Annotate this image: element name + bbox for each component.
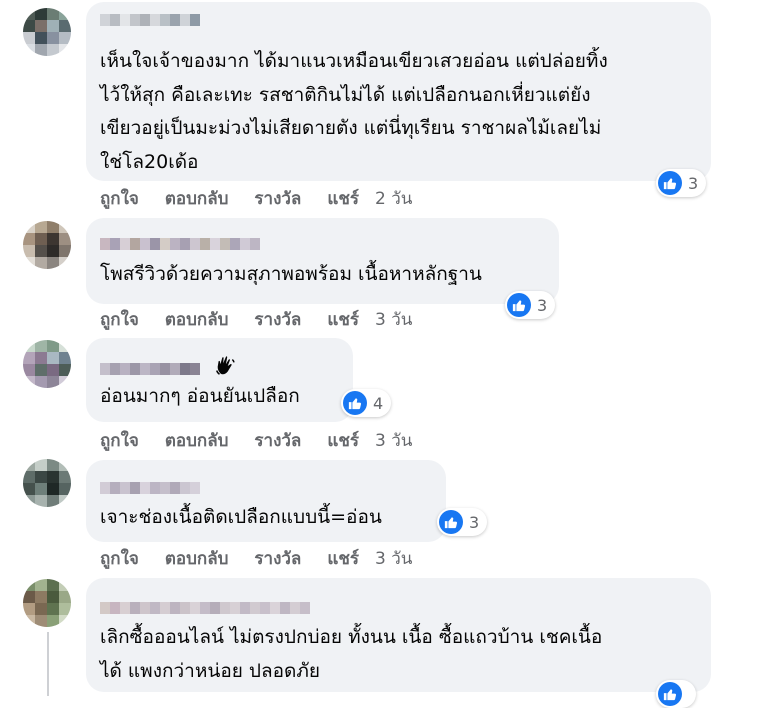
reaction-summary[interactable] <box>656 680 696 708</box>
reaction-summary[interactable]: 3 <box>505 291 556 319</box>
reply-button[interactable]: ตอบกลับ <box>165 185 229 212</box>
comment-bubble: เจาะช่องเนื้อติดเปลือกแบบนี้=อ่อน <box>86 460 446 542</box>
reaction-count: 4 <box>373 393 384 413</box>
comment-actions: ถูกใจ ตอบกลับ รางวัล แชร์ 3 วัน <box>100 546 412 570</box>
like-thumb-icon <box>343 391 367 415</box>
avatar[interactable] <box>23 459 71 507</box>
comment-bubble: เลิกซื้อออนไลน์ ไม่ตรงปกบ่อย ทั้งนน เนื้… <box>86 578 711 692</box>
award-button[interactable]: รางวัล <box>254 185 301 212</box>
comment-actions: ถูกใจ ตอบกลับ รางวัล แชร์ 3 วัน <box>100 307 412 331</box>
like-button[interactable]: ถูกใจ <box>100 185 139 212</box>
like-thumb-icon <box>658 682 682 706</box>
reaction-count: 3 <box>537 295 548 315</box>
reply-button[interactable]: ตอบกลับ <box>165 545 229 572</box>
comment-bubble: เห็นใจเจ้าของมาก ได้มาแนวเหมือนเขียวเสวย… <box>86 2 711 181</box>
avatar[interactable] <box>23 579 71 627</box>
share-button[interactable]: แชร์ <box>327 545 359 572</box>
comment-bubble: อ่อนมากๆ อ่อนยันเปลือก <box>86 338 353 422</box>
timestamp[interactable]: 3 วัน <box>375 545 412 572</box>
reaction-count: 3 <box>688 173 699 193</box>
comment-actions: ถูกใจ ตอบกลับ รางวัล แชร์ 3 วัน <box>100 428 412 452</box>
comment-author-blurred[interactable] <box>100 482 200 494</box>
comment-text: อ่อนมากๆ อ่อนยันเปลือก <box>100 385 300 407</box>
like-button[interactable]: ถูกใจ <box>100 427 139 454</box>
timestamp[interactable]: 2 วัน <box>375 185 412 212</box>
share-button[interactable]: แชร์ <box>327 306 359 333</box>
comment-actions: ถูกใจ ตอบกลับ รางวัล แชร์ 2 วัน <box>100 186 412 210</box>
timestamp[interactable]: 3 วัน <box>375 306 412 333</box>
avatar[interactable] <box>23 8 71 56</box>
reaction-summary[interactable]: 3 <box>437 508 488 536</box>
comment-text: เห็นใจเจ้าของมาก ได้มาแนวเหมือนเขียวเสวย… <box>100 50 608 173</box>
award-button[interactable]: รางวัล <box>254 306 301 333</box>
comment-author-blurred[interactable] <box>100 602 310 614</box>
comment-text: โพสรีวิวด้วยความสุภาพอพร้อม เนื้อหาหลักฐ… <box>100 263 482 285</box>
award-button[interactable]: รางวัล <box>254 427 301 454</box>
like-button[interactable]: ถูกใจ <box>100 545 139 572</box>
timestamp[interactable]: 3 วัน <box>375 427 412 454</box>
thread-line <box>47 632 49 696</box>
avatar[interactable] <box>23 340 71 388</box>
like-thumb-icon <box>507 293 531 317</box>
share-button[interactable]: แชร์ <box>327 185 359 212</box>
reaction-summary[interactable]: 4 <box>341 389 392 417</box>
comment-author-blurred[interactable] <box>100 238 260 250</box>
avatar[interactable] <box>23 221 71 269</box>
comment-author-blurred[interactable] <box>100 363 200 375</box>
like-button[interactable]: ถูกใจ <box>100 306 139 333</box>
award-button[interactable]: รางวัล <box>254 545 301 572</box>
like-thumb-icon <box>439 510 463 534</box>
like-thumb-icon <box>658 171 682 195</box>
comment-text: เจาะช่องเนื้อติดเปลือกแบบนี้=อ่อน <box>100 506 382 528</box>
comment-author-blurred[interactable] <box>100 14 200 26</box>
reply-button[interactable]: ตอบกลับ <box>165 306 229 333</box>
reaction-count: 3 <box>469 512 480 532</box>
share-button[interactable]: แชร์ <box>327 427 359 454</box>
comment-text: เลิกซื้อออนไลน์ ไม่ตรงปกบ่อย ทั้งนน เนื้… <box>100 626 603 682</box>
waving-hand-icon <box>208 352 242 380</box>
reaction-summary[interactable]: 3 <box>656 169 707 197</box>
reply-button[interactable]: ตอบกลับ <box>165 427 229 454</box>
comment-bubble: โพสรีวิวด้วยความสุภาพอพร้อม เนื้อหาหลักฐ… <box>86 218 559 304</box>
